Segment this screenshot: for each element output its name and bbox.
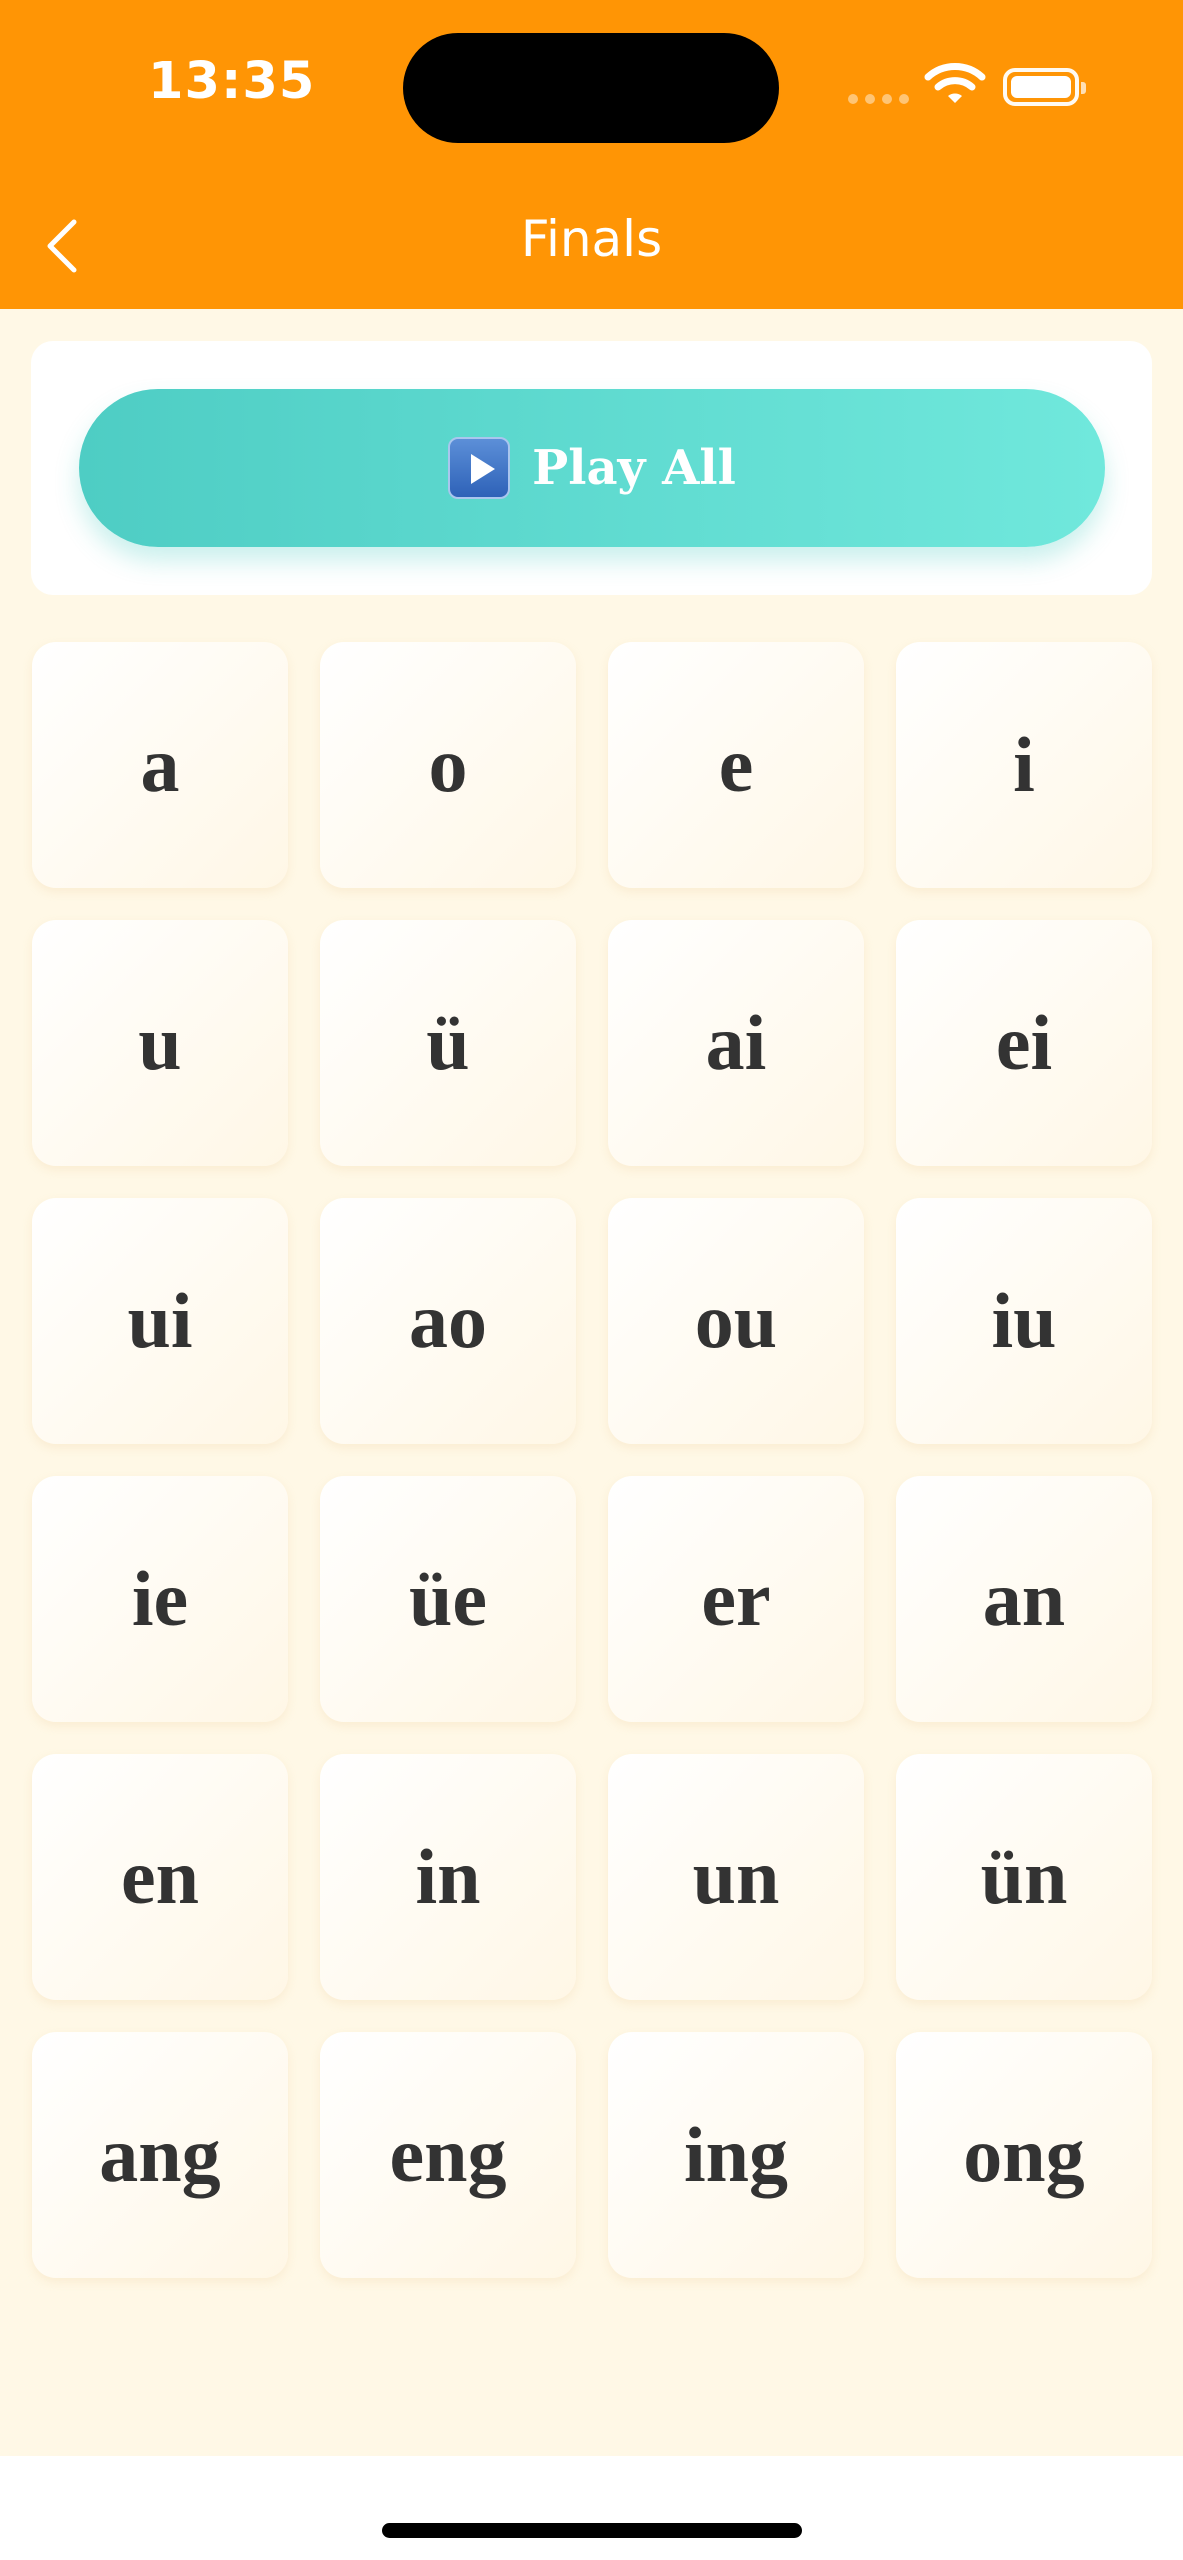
final-tile[interactable]: er xyxy=(608,1476,864,1722)
main-content: Play All a o e i u ü ai ei ui ao ou iu i… xyxy=(0,309,1183,2456)
battery-icon xyxy=(1003,68,1086,106)
final-tile[interactable]: ie xyxy=(32,1476,288,1722)
dynamic-island xyxy=(403,33,779,143)
final-tile[interactable]: en xyxy=(32,1754,288,2000)
final-tile[interactable]: ui xyxy=(32,1198,288,1444)
final-tile[interactable]: ün xyxy=(896,1754,1152,2000)
final-tile[interactable]: ei xyxy=(896,920,1152,1166)
final-tile[interactable]: ü xyxy=(320,920,576,1166)
final-tile[interactable]: in xyxy=(320,1754,576,2000)
final-tile[interactable]: ang xyxy=(32,2032,288,2278)
final-tile[interactable]: ing xyxy=(608,2032,864,2278)
play-all-label: Play All xyxy=(532,440,736,496)
play-icon xyxy=(448,437,511,499)
final-tile[interactable]: an xyxy=(896,1476,1152,1722)
page-title: Finals xyxy=(520,210,663,268)
final-tile[interactable]: u xyxy=(32,920,288,1166)
home-indicator[interactable] xyxy=(382,2523,802,2538)
final-tile[interactable]: eng xyxy=(320,2032,576,2278)
play-all-button[interactable]: Play All xyxy=(79,389,1105,547)
play-all-card: Play All xyxy=(31,341,1152,595)
status-time: 13:35 xyxy=(148,52,316,111)
header: 13:35 Finals xyxy=(0,0,1183,309)
final-tile[interactable]: i xyxy=(896,642,1152,888)
final-tile[interactable]: e xyxy=(608,642,864,888)
home-indicator-area xyxy=(0,2456,1183,2560)
final-tile[interactable]: ou xyxy=(608,1198,864,1444)
final-tile[interactable]: üe xyxy=(320,1476,576,1722)
final-tile[interactable]: a xyxy=(32,642,288,888)
final-tile[interactable]: iu xyxy=(896,1198,1152,1444)
finals-screen: 13:35 Finals Play All a o e i u ü ai ei … xyxy=(0,0,1183,2560)
final-tile[interactable]: o xyxy=(320,642,576,888)
final-tile[interactable]: ong xyxy=(896,2032,1152,2278)
wifi-icon xyxy=(924,63,986,103)
final-tile[interactable]: un xyxy=(608,1754,864,2000)
cellular-signal-icon xyxy=(848,94,910,106)
final-tile[interactable]: ai xyxy=(608,920,864,1166)
final-tile[interactable]: ao xyxy=(320,1198,576,1444)
